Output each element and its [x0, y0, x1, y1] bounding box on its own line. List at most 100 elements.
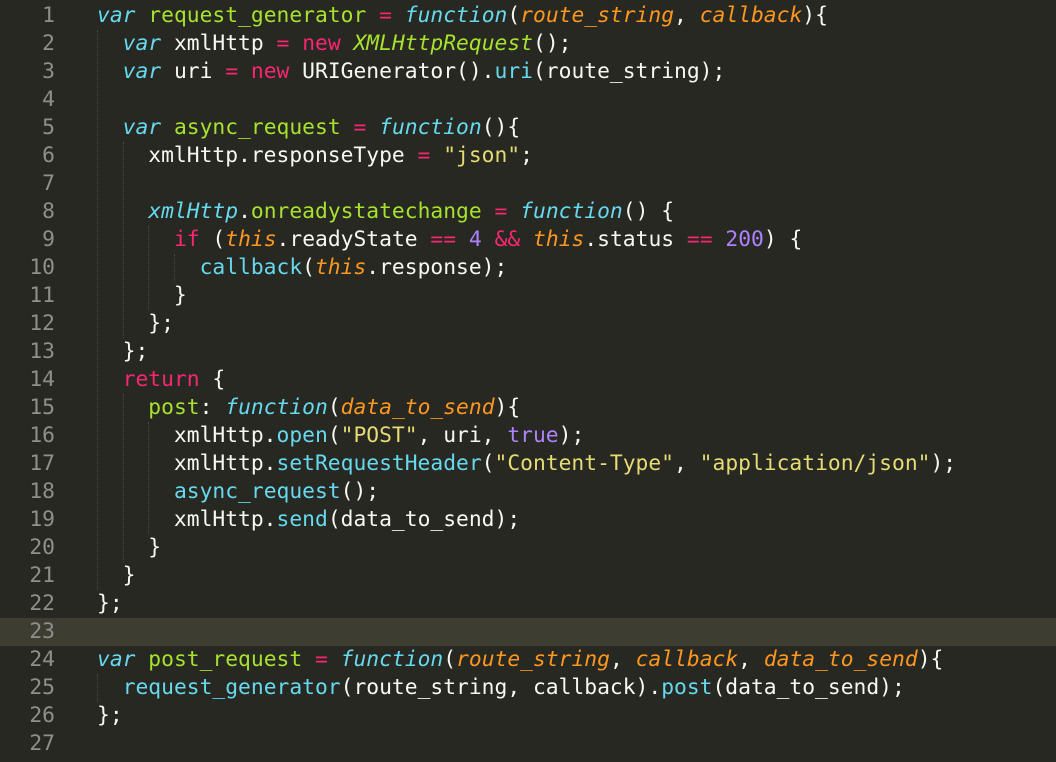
line-number: 19	[29, 507, 55, 532]
code-line[interactable]: 11 }	[0, 282, 1056, 310]
code-line[interactable]: 18 async_request();	[0, 478, 1056, 506]
code-token: XMLHttpRequest	[353, 31, 533, 56]
code-text: xmlHttp.responseType = "json";	[97, 142, 533, 170]
code-line[interactable]: 15 post: function(data_to_send){	[0, 394, 1056, 422]
code-line[interactable]: 13 };	[0, 338, 1056, 366]
code-token: (data_to_send);	[327, 507, 521, 532]
code-line[interactable]: 23	[0, 618, 1056, 646]
code-line[interactable]: 24 var post_request = function(route_stri…	[0, 646, 1056, 674]
code-token: function	[404, 3, 508, 28]
code-line[interactable]: 7	[0, 170, 1056, 198]
code-token: new	[250, 59, 290, 84]
indent-guide	[173, 254, 175, 282]
code-text: callback(this.response);	[97, 254, 508, 282]
code-token: xmlHttp.	[97, 507, 277, 532]
code-text: };	[97, 338, 149, 366]
code-token: =	[494, 199, 508, 224]
code-line[interactable]: 4	[0, 86, 1056, 114]
code-line[interactable]: 14 return {	[0, 366, 1056, 394]
code-token: async_request	[173, 479, 341, 504]
code-token: callback	[635, 647, 739, 672]
code-token: 200	[725, 227, 764, 252]
code-line[interactable]: 21 }	[0, 562, 1056, 590]
line-number: 8	[42, 199, 55, 224]
code-text: if (this.readyState == 4 && this.status …	[97, 226, 802, 254]
code-text: }	[97, 562, 136, 590]
code-line[interactable]: 26};	[0, 702, 1056, 730]
indent-guide	[97, 674, 98, 702]
code-token: function	[340, 647, 444, 672]
code-line[interactable]: 22};	[0, 590, 1056, 618]
code-text: };	[97, 310, 174, 338]
code-token: (	[481, 451, 495, 476]
code-line[interactable]: 3 var uri = new URIGenerator().uri(route…	[0, 58, 1056, 86]
code-token: this	[533, 227, 585, 252]
code-token: request_generator	[122, 675, 341, 700]
code-token: xmlHttp	[161, 31, 277, 56]
code-token: xmlHttp.	[97, 451, 277, 476]
code-token: xmlHttp.responseType	[97, 143, 418, 168]
line-number: 18	[29, 479, 55, 504]
code-token: uri	[161, 59, 226, 84]
code-text: xmlHttp.open("POST", uri, true);	[97, 422, 584, 450]
code-text: };	[97, 702, 123, 730]
code-token: };	[97, 591, 123, 616]
code-line[interactable]: 20 }	[0, 534, 1056, 562]
code-line[interactable]: 1 var request_generator = function(route_…	[0, 2, 1056, 30]
code-token: ;	[520, 143, 533, 168]
code-token: (route_string);	[532, 59, 726, 84]
code-line[interactable]: 8 xmlHttp.onreadystatechange = function(…	[0, 198, 1056, 226]
code-token: };	[97, 339, 149, 364]
code-editor[interactable]: 1 var request_generator = function(route_…	[0, 0, 1056, 762]
code-token: ){	[494, 395, 521, 420]
code-token: );	[558, 423, 585, 448]
code-token: (	[507, 3, 521, 28]
code-line[interactable]: 12 };	[0, 310, 1056, 338]
code-token: , uri,	[417, 423, 508, 448]
code-line[interactable]: 9 if (this.readyState == 4 && this.statu…	[0, 226, 1056, 254]
line-number: 11	[29, 283, 55, 308]
code-token: xmlHttp	[148, 199, 239, 224]
line-number: 5	[42, 115, 55, 140]
code-token: send	[276, 507, 328, 532]
indent-guide	[122, 394, 124, 562]
code-line[interactable]: 25 request_generator(route_string, callb…	[0, 674, 1056, 702]
code-token: "application/json"	[699, 451, 931, 476]
code-line[interactable]: 27	[0, 730, 1056, 758]
code-line[interactable]: 2 var xmlHttp = new XMLHttpRequest();	[0, 30, 1056, 58]
code-line[interactable]: 16 xmlHttp.open("POST", uri, true);	[0, 422, 1056, 450]
code-text: };	[97, 590, 123, 618]
code-text: }	[97, 282, 187, 310]
code-line[interactable]: 19 xmlHttp.send(data_to_send);	[0, 506, 1056, 534]
code-token: ();	[340, 479, 380, 504]
code-token: =	[315, 647, 328, 672]
code-token: }	[97, 535, 162, 560]
code-line[interactable]: 6 xmlHttp.responseType = "json";	[0, 142, 1056, 170]
indent-guide	[148, 422, 150, 534]
code-token: post	[148, 395, 200, 420]
code-token: function	[379, 115, 482, 140]
code-token: ();	[533, 31, 572, 56]
code-token: (	[327, 395, 341, 420]
code-token: var	[122, 115, 162, 140]
code-line[interactable]: 10 callback(this.response);	[0, 254, 1056, 282]
code-token: true	[507, 423, 559, 448]
code-token: =	[225, 59, 239, 84]
code-token: if	[173, 227, 200, 252]
code-token: ,	[674, 3, 700, 28]
code-line[interactable]: 5 var async_request = function(){	[0, 114, 1056, 142]
code-token: =	[379, 3, 392, 28]
code-line[interactable]: 17 xmlHttp.setRequestHeader("Content-Typ…	[0, 450, 1056, 478]
